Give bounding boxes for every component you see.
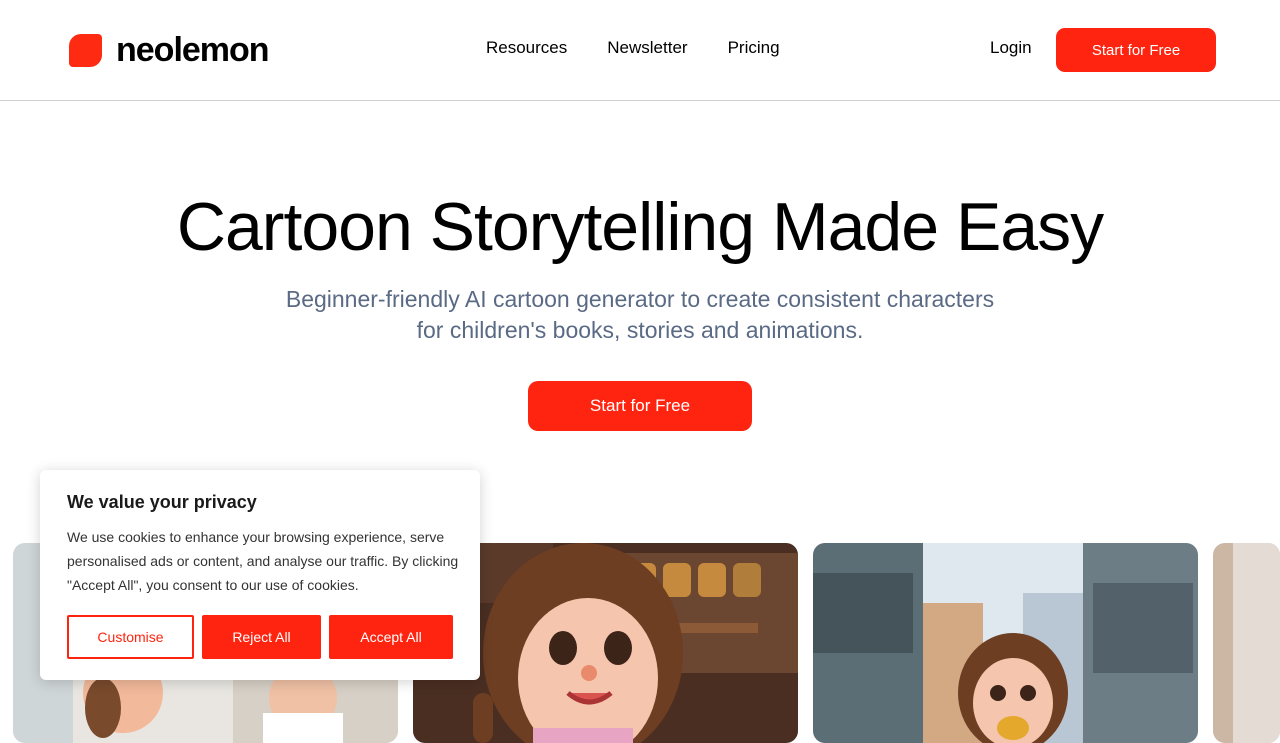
customise-button[interactable]: Customise [67, 615, 194, 659]
hero-title: Cartoon Storytelling Made Easy [176, 189, 1104, 265]
hero-subtitle: Beginner-friendly AI cartoon generator t… [240, 284, 1040, 346]
reject-all-button[interactable]: Reject All [202, 615, 321, 659]
brand-logo[interactable]: neolemon [69, 31, 270, 69]
cookie-title: We value your privacy [67, 492, 257, 512]
hero-subtitle-line-1: Beginner-friendly AI cartoon generator t… [285, 286, 995, 312]
gallery-card-partial[interactable] [1213, 543, 1280, 743]
login-link[interactable]: Login [990, 38, 1032, 58]
neolemon-logo-icon [69, 33, 102, 67]
gallery-card-street[interactable] [813, 543, 1198, 743]
hero-subtitle-line-2: for children's books, stories and animat… [416, 317, 864, 343]
brand-name: neolemon [116, 31, 270, 69]
nav-item-resources[interactable]: Resources [486, 38, 567, 58]
cookie-consent-dialog: We value your privacy We use cookies to … [40, 470, 480, 680]
header-start-free-button[interactable]: Start for Free [1056, 28, 1216, 72]
cartoon-partial-image [1213, 543, 1280, 743]
site-header: neolemon Resources Newsletter Pricing Lo… [0, 0, 1280, 101]
nav-item-newsletter[interactable]: Newsletter [607, 38, 687, 58]
cartoon-girl-street-image [813, 543, 1198, 743]
accept-all-button[interactable]: Accept All [329, 615, 453, 659]
nav-item-pricing[interactable]: Pricing [728, 38, 780, 58]
main-nav: Resources Newsletter Pricing [486, 38, 780, 58]
cookie-description: We use cookies to enhance your browsing … [67, 529, 459, 593]
hero-start-free-button[interactable]: Start for Free [528, 381, 752, 431]
